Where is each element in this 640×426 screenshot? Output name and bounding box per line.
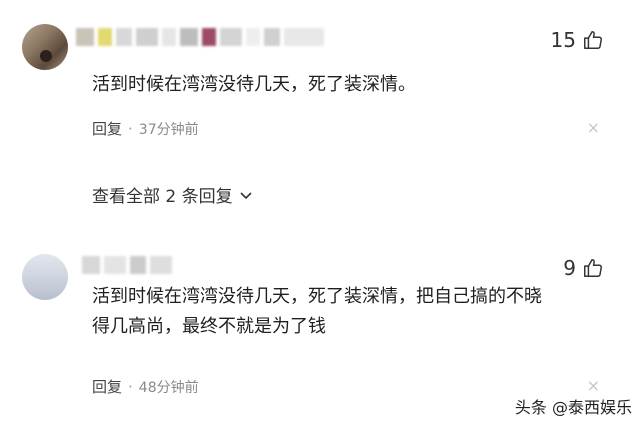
comment-text-line: 得几高尚，最终不就是为了钱 (92, 316, 326, 337)
thumbs-up-icon (584, 259, 602, 277)
separator-dot: · (128, 377, 133, 396)
watermark: 头条 @泰西娱乐 (514, 398, 632, 417)
like-button[interactable]: 15 (551, 28, 604, 52)
chevron-down-icon (240, 191, 252, 199)
close-icon[interactable]: × (587, 118, 600, 137)
username-blurred[interactable] (82, 256, 172, 274)
comment-time: 48分钟前 (138, 379, 199, 396)
comment-meta: 回复 · 37分钟前 (92, 118, 199, 139)
separator-dot: · (128, 119, 133, 138)
like-count: 15 (550, 28, 576, 52)
close-icon[interactable]: × (587, 376, 600, 395)
reply-button[interactable]: 回复 (92, 376, 122, 397)
comment-text: 活到时候在湾湾没待几天，死了装深情，把自己搞的不晓 得几高尚，最终不就是为了钱 (92, 282, 632, 342)
view-all-replies-link[interactable]: 查看全部 2 条回复 (92, 182, 253, 207)
comment-meta: 回复 · 48分钟前 (92, 376, 199, 397)
comment-text-line: 活到时候在湾湾没待几天，死了装深情，把自己搞的不晓 (92, 286, 542, 307)
avatar[interactable] (22, 24, 68, 70)
comment-time: 37分钟前 (138, 121, 199, 138)
thumbs-up-icon (584, 31, 602, 49)
like-count: 9 (563, 256, 576, 280)
username-blurred[interactable] (76, 28, 324, 46)
comment-text: 活到时候在湾湾没待几天，死了装深情。 (92, 74, 416, 95)
like-button[interactable]: 9 (563, 256, 604, 280)
reply-button[interactable]: 回复 (92, 118, 122, 139)
avatar[interactable] (22, 254, 68, 300)
view-replies-label: 查看全部 2 条回复 (92, 187, 233, 207)
